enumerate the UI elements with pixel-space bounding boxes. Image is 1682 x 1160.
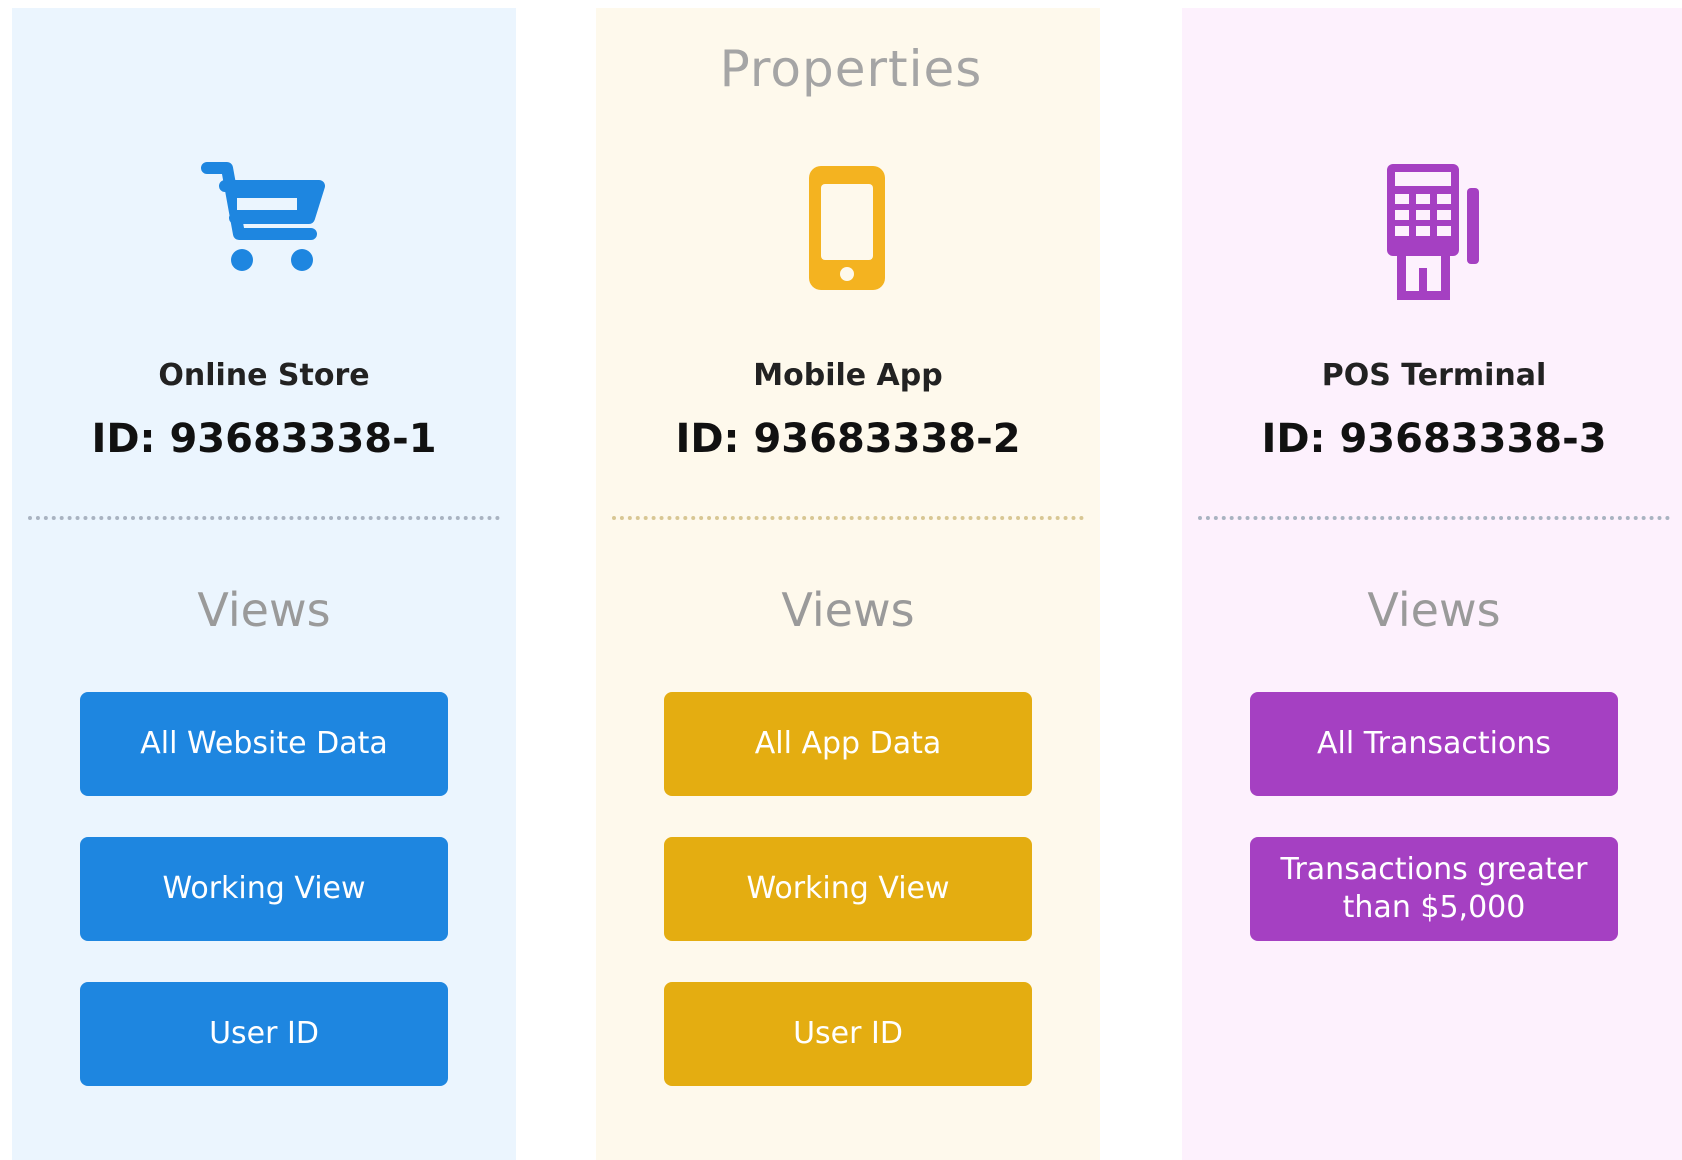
views-heading: Views — [1367, 583, 1501, 637]
property-name: POS Terminal — [1321, 358, 1547, 393]
page-title: Properties — [719, 40, 983, 98]
property-id: ID: 93683338-3 — [1261, 416, 1607, 462]
property-column-pos-terminal: POS Terminal ID: 93683338-3 Views All Tr… — [1182, 8, 1682, 1160]
property-id: ID: 93683338-2 — [675, 416, 1021, 462]
views-heading: Views — [197, 583, 331, 637]
property-id: ID: 93683338-1 — [91, 416, 437, 462]
view-button[interactable]: Working View — [664, 837, 1032, 941]
view-button[interactable]: Working View — [80, 837, 448, 941]
view-button[interactable]: Transactions greater than $5,000 — [1250, 837, 1618, 941]
property-column-online-store: Online Store ID: 93683338-1 Views All We… — [12, 8, 516, 1160]
view-button[interactable]: All Website Data — [80, 692, 448, 796]
shopping-cart-icon — [12, 158, 516, 303]
view-button[interactable]: All Transactions — [1250, 692, 1618, 796]
property-name: Online Store — [158, 358, 370, 393]
mobile-phone-icon — [596, 158, 1100, 303]
divider — [1198, 516, 1670, 520]
property-column-mobile-app: Mobile App ID: 93683338-2 Views All App … — [596, 8, 1100, 1160]
property-name: Mobile App — [753, 358, 943, 393]
divider — [612, 516, 1084, 520]
view-button[interactable]: User ID — [664, 982, 1032, 1086]
view-button[interactable]: User ID — [80, 982, 448, 1086]
pos-terminal-icon — [1182, 158, 1682, 303]
properties-diagram: Online Store ID: 93683338-1 Views All We… — [0, 0, 1682, 1160]
views-heading: Views — [781, 583, 915, 637]
divider — [28, 516, 500, 520]
view-button[interactable]: All App Data — [664, 692, 1032, 796]
